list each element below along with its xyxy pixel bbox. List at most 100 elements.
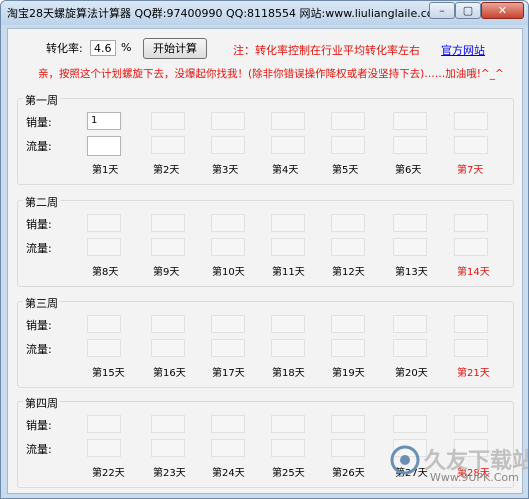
week-title: 第一周 — [23, 92, 60, 108]
traffic-field[interactable] — [271, 238, 305, 256]
app-window: 淘宝28天螺旋算法计算器 QQ群:97400990 QQ:8118554 网站:… — [0, 0, 529, 499]
close-button[interactable]: ✕ — [481, 2, 524, 19]
traffic-field[interactable] — [87, 439, 121, 457]
encouragement-message: 亲，按照这个计划螺旋下去，没爆起你找我！(除非你错误操作降权或者没坚持下去)……… — [38, 68, 504, 80]
traffic-field[interactable] — [393, 339, 427, 357]
sales-field[interactable] — [454, 315, 488, 333]
traffic-field[interactable] — [454, 339, 488, 357]
sales-row-label: 销量: — [26, 218, 52, 231]
traffic-field[interactable] — [87, 238, 121, 256]
traffic-field[interactable] — [454, 136, 488, 154]
sales-field[interactable] — [454, 214, 488, 232]
traffic-field[interactable] — [331, 339, 365, 357]
week-title: 第四周 — [23, 395, 60, 411]
week-group-2: 第二周 销量: 流量: 第8天 第9天 第10天 第11天 第12天 第13天 第14天 — [17, 194, 514, 287]
sales-field[interactable] — [271, 112, 305, 130]
day-label: 第6天 — [395, 165, 422, 176]
day-label: 第14天 — [457, 267, 490, 278]
day-label: 第25天 — [272, 468, 305, 479]
traffic-field[interactable] — [331, 238, 365, 256]
sales-field[interactable] — [393, 415, 427, 433]
day-label: 第7天 — [457, 165, 484, 176]
conversion-rate-label: 转化率: — [46, 42, 83, 55]
sales-field[interactable] — [454, 112, 488, 130]
sales-field[interactable] — [393, 214, 427, 232]
rate-note: 注：转化率控制在行业平均转化率左右 — [233, 44, 420, 57]
watermark: 久友下载站 Www.9UPK.Com — [390, 441, 528, 491]
sales-field[interactable] — [271, 415, 305, 433]
traffic-field[interactable] — [151, 136, 185, 154]
day-label: 第4天 — [272, 165, 299, 176]
minimize-button[interactable]: – — [429, 2, 455, 19]
week-group-3: 第三周 销量: 流量: 第15天 第16天 第17天 第18天 第19天 第20天 第21天 — [17, 295, 514, 388]
day-label: 第18天 — [272, 368, 305, 379]
sales-field[interactable] — [87, 214, 121, 232]
traffic-field[interactable] — [271, 439, 305, 457]
traffic-field[interactable] — [454, 238, 488, 256]
traffic-row-label: 流量: — [26, 343, 52, 356]
traffic-field[interactable] — [211, 238, 245, 256]
sales-field[interactable] — [211, 112, 245, 130]
day-label: 第19天 — [332, 368, 365, 379]
traffic-field[interactable] — [211, 136, 245, 154]
day-label: 第2天 — [153, 165, 180, 176]
sales-field[interactable] — [331, 214, 365, 232]
start-calculate-button[interactable]: 开始计算 — [143, 38, 207, 59]
day-label: 第17天 — [212, 368, 245, 379]
sales-field[interactable] — [211, 415, 245, 433]
traffic-row-label: 流量: — [26, 443, 52, 456]
watermark-logo-icon — [390, 445, 420, 475]
sales-field[interactable] — [331, 415, 365, 433]
sales-field[interactable] — [271, 315, 305, 333]
traffic-field[interactable] — [393, 136, 427, 154]
main-panel: 转化率: 4.6 % 开始计算 注：转化率控制在行业平均转化率左右 官方网站 亲… — [7, 28, 528, 494]
sales-field[interactable] — [87, 415, 121, 433]
traffic-field[interactable] — [151, 339, 185, 357]
traffic-field[interactable] — [271, 136, 305, 154]
day-label: 第8天 — [92, 267, 119, 278]
sales-field[interactable] — [393, 315, 427, 333]
week-title: 第二周 — [23, 194, 60, 210]
day-label: 第22天 — [92, 468, 125, 479]
sales-field[interactable] — [271, 214, 305, 232]
sales-field[interactable] — [454, 415, 488, 433]
official-website-link[interactable]: 官方网站 — [441, 42, 485, 58]
day-label: 第15天 — [92, 368, 125, 379]
sales-field[interactable]: 1 — [87, 112, 121, 130]
sales-field[interactable] — [151, 214, 185, 232]
day-label: 第20天 — [395, 368, 428, 379]
traffic-field[interactable] — [87, 136, 121, 156]
sales-field[interactable] — [331, 315, 365, 333]
traffic-field[interactable] — [271, 339, 305, 357]
traffic-field[interactable] — [87, 339, 121, 357]
traffic-row-label: 流量: — [26, 242, 52, 255]
sales-field[interactable] — [393, 112, 427, 130]
traffic-field[interactable] — [331, 136, 365, 154]
window-title: 淘宝28天螺旋算法计算器 QQ群:97400990 QQ:8118554 网站:… — [7, 7, 445, 20]
percent-sign: % — [121, 41, 132, 54]
traffic-field[interactable] — [331, 439, 365, 457]
maximize-button[interactable]: ▢ — [455, 2, 481, 19]
day-label: 第12天 — [332, 267, 365, 278]
sales-row-label: 销量: — [26, 419, 52, 432]
traffic-field[interactable] — [211, 339, 245, 357]
traffic-field[interactable] — [151, 439, 185, 457]
traffic-field[interactable] — [393, 238, 427, 256]
traffic-field[interactable] — [211, 439, 245, 457]
sales-field[interactable] — [151, 315, 185, 333]
sales-field[interactable] — [211, 315, 245, 333]
traffic-row-label: 流量: — [26, 140, 52, 153]
day-label: 第9天 — [153, 267, 180, 278]
day-label: 第23天 — [153, 468, 186, 479]
sales-field[interactable] — [211, 214, 245, 232]
conversion-rate-input[interactable]: 4.6 — [90, 40, 116, 56]
sales-field[interactable] — [331, 112, 365, 130]
day-label: 第26天 — [332, 468, 365, 479]
traffic-field[interactable] — [151, 238, 185, 256]
sales-field[interactable] — [151, 415, 185, 433]
day-label: 第21天 — [457, 368, 490, 379]
sales-field[interactable] — [87, 315, 121, 333]
sales-field[interactable] — [151, 112, 185, 130]
day-label: 第10天 — [212, 267, 245, 278]
title-bar: 淘宝28天螺旋算法计算器 QQ群:97400990 QQ:8118554 网站:… — [1, 1, 528, 25]
